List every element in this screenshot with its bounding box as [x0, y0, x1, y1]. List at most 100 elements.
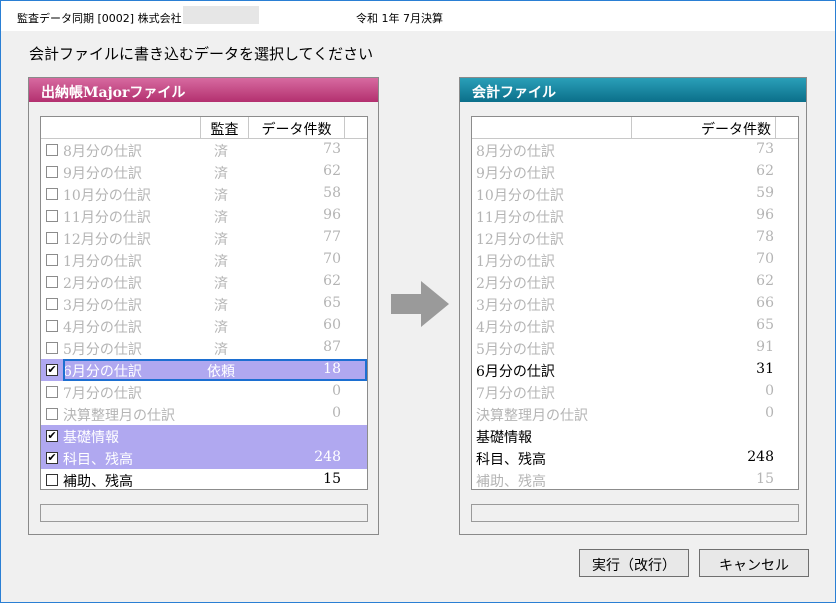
item-name: 10月分の仕訳: [63, 188, 151, 204]
audit-status: 済: [214, 276, 228, 292]
item-count: 248: [747, 449, 774, 465]
source-panel-header: 出納帳Majorファイル: [29, 78, 378, 102]
list-item[interactable]: 4月分の仕訳 済 60: [41, 315, 367, 337]
audit-status: 済: [214, 232, 228, 248]
list-item[interactable]: 10月分の仕訳 済 58: [41, 183, 367, 205]
item-count: 248: [314, 449, 341, 465]
audit-status: 済: [214, 166, 228, 182]
list-item[interactable]: 2月分の仕訳 済 62: [41, 271, 367, 293]
target-rows: 8月分の仕訳 73 9月分の仕訳 62 10月分の仕訳 59 11月分の仕訳 96 12月分の…: [472, 139, 798, 490]
item-count: 58: [323, 185, 341, 201]
instruction-text: 会計ファイルに書き込むデータを選択してください: [29, 45, 374, 63]
list-item: 補助、残高 15: [472, 469, 798, 490]
item-name: 4月分の仕訳: [63, 320, 142, 336]
checkbox[interactable]: [46, 232, 58, 244]
item-name: 11月分の仕訳: [476, 210, 564, 226]
item-count: 87: [323, 339, 341, 355]
column-header-name[interactable]: [41, 117, 201, 138]
item-name: 12月分の仕訳: [476, 232, 564, 248]
checkbox[interactable]: ✔: [46, 364, 58, 376]
audit-status: 済: [214, 342, 228, 358]
checkbox[interactable]: ✔: [46, 452, 58, 464]
list-item: 9月分の仕訳 62: [472, 161, 798, 183]
item-count: 0: [765, 405, 774, 421]
list-item[interactable]: 9月分の仕訳 済 62: [41, 161, 367, 183]
item-name: 12月分の仕訳: [63, 232, 151, 248]
item-name: 9月分の仕訳: [63, 166, 142, 182]
list-item[interactable]: 12月分の仕訳 済 77: [41, 227, 367, 249]
focus-rectangle: [63, 359, 367, 381]
list-item: 決算整理月の仕訳 0: [472, 403, 798, 425]
item-count: 73: [323, 141, 341, 157]
list-item: 基礎情報: [472, 425, 798, 447]
checkbox[interactable]: [46, 254, 58, 266]
item-count: 70: [756, 251, 774, 267]
fiscal-period-label: 令和 1年 7月決算: [356, 12, 443, 25]
source-list-column-header: 監査 データ件数: [41, 117, 367, 139]
execute-button[interactable]: 実行（改行）: [579, 549, 689, 577]
audit-status: 済: [214, 144, 228, 160]
item-name: 2月分の仕訳: [63, 276, 142, 292]
target-panel-header: 会計ファイル: [460, 78, 806, 102]
item-count: 62: [756, 163, 774, 179]
checkbox[interactable]: [46, 342, 58, 354]
column-header-name[interactable]: [472, 117, 632, 138]
list-item[interactable]: 7月分の仕訳 0: [41, 381, 367, 403]
checkbox[interactable]: [46, 474, 58, 486]
cancel-button[interactable]: キャンセル: [699, 549, 809, 577]
list-item[interactable]: 補助、残高 15: [41, 469, 367, 489]
checkbox[interactable]: ✔: [46, 430, 58, 442]
item-count: 65: [756, 317, 774, 333]
item-name: 10月分の仕訳: [476, 188, 564, 204]
checkbox[interactable]: [46, 144, 58, 156]
checkbox[interactable]: [46, 276, 58, 288]
item-name: 5月分の仕訳: [476, 342, 555, 358]
item-name: 11月分の仕訳: [63, 210, 151, 226]
checkbox[interactable]: [46, 408, 58, 420]
item-name: 1月分の仕訳: [63, 254, 142, 270]
list-item[interactable]: 11月分の仕訳 済 96: [41, 205, 367, 227]
list-item: 10月分の仕訳 59: [472, 183, 798, 205]
list-item[interactable]: ✔ 科目、残高 248: [41, 447, 367, 469]
title-bar: 監査データ同期 [0002] 株式会社 令和 1年 7月決算: [1, 1, 835, 31]
source-rows: 8月分の仕訳済 73 9月分の仕訳済 62 10月分の仕訳済 58 11月分の仕訳済 96 1…: [41, 139, 367, 489]
checkbox[interactable]: [46, 298, 58, 310]
checkbox[interactable]: [46, 166, 58, 178]
item-count: 31: [756, 361, 774, 377]
item-name: 7月分の仕訳: [476, 386, 555, 402]
checkbox[interactable]: [46, 320, 58, 332]
item-count: 15: [756, 471, 774, 487]
list-item: 8月分の仕訳 73: [472, 139, 798, 161]
audit-status: 済: [214, 254, 228, 270]
audit-status: 済: [214, 210, 228, 226]
item-name: 5月分の仕訳: [63, 342, 142, 358]
checkbox[interactable]: [46, 188, 58, 200]
item-name: 2月分の仕訳: [476, 276, 555, 292]
target-status-field: [471, 504, 799, 522]
source-list[interactable]: 監査 データ件数 8月分の仕訳済 73 9月分の仕訳済 62 10月分の仕訳済 58 11…: [40, 116, 368, 490]
item-name: 8月分の仕訳: [63, 144, 142, 160]
list-item: 1月分の仕訳 70: [472, 249, 798, 271]
target-list[interactable]: データ件数 8月分の仕訳 73 9月分の仕訳 62 10月分の仕訳 59 11月分の仕訳 9…: [471, 116, 799, 490]
item-count: 77: [323, 229, 341, 245]
list-item[interactable]: 決算整理月の仕訳 0: [41, 403, 367, 425]
list-item[interactable]: 1月分の仕訳 済 70: [41, 249, 367, 271]
item-name: 3月分の仕訳: [476, 298, 555, 314]
item-name: 7月分の仕訳: [63, 386, 142, 402]
list-item[interactable]: 8月分の仕訳 済 73: [41, 139, 367, 161]
list-item[interactable]: 5月分の仕訳 済 87: [41, 337, 367, 359]
checkbox[interactable]: [46, 386, 58, 398]
item-name: 補助、残高: [476, 474, 546, 490]
audit-status: 済: [214, 298, 228, 314]
list-item[interactable]: 3月分の仕訳 済 65: [41, 293, 367, 315]
column-header-count[interactable]: データ件数: [632, 117, 776, 138]
column-header-audit[interactable]: 監査: [201, 117, 249, 138]
item-count: 70: [323, 251, 341, 267]
checkbox[interactable]: [46, 210, 58, 222]
list-item[interactable]: ✔ 基礎情報: [41, 425, 367, 447]
column-header-count[interactable]: データ件数: [249, 117, 345, 138]
list-item[interactable]: ✔ 6月分の仕訳 依頼 18: [41, 359, 367, 381]
item-count: 0: [765, 383, 774, 399]
item-count: 59: [756, 185, 774, 201]
item-count: 60: [323, 317, 341, 333]
